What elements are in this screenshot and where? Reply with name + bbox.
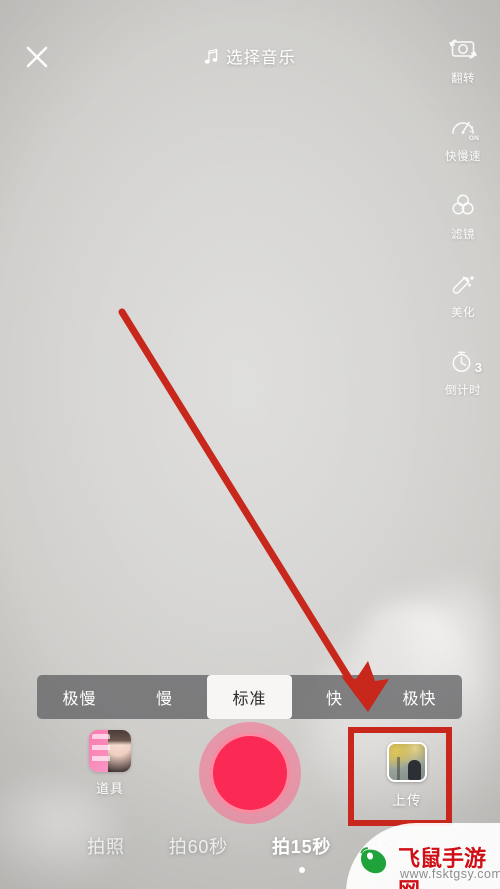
tool-rail: 翻转 ON 快慢速 滤镜 美化 3 倒计时 bbox=[426, 32, 500, 422]
close-icon[interactable] bbox=[18, 38, 56, 76]
props-text-overlay bbox=[92, 734, 110, 766]
record-button-inner bbox=[210, 733, 290, 813]
speed-option-slow[interactable]: 慢 bbox=[122, 675, 207, 719]
capture-controls: 道具 上传 bbox=[0, 716, 500, 834]
stopwatch-icon: 3 bbox=[446, 344, 482, 378]
props-hair-shape bbox=[108, 730, 131, 745]
speed-gauge-icon: ON bbox=[446, 110, 480, 144]
music-note-icon bbox=[204, 48, 218, 64]
mode-tab-album[interactable]: 影集 bbox=[353, 833, 435, 859]
upload-button[interactable]: 上传 bbox=[376, 742, 438, 809]
speed-selector[interactable]: 极慢 慢 标准 快 极快 bbox=[37, 675, 462, 719]
top-bar: 选择音乐 bbox=[0, 0, 500, 96]
record-button[interactable] bbox=[199, 722, 301, 824]
mode-tab-15s[interactable]: 拍15秒 bbox=[250, 833, 353, 859]
speed-option-very-slow[interactable]: 极慢 bbox=[37, 675, 122, 719]
magic-wand-icon bbox=[446, 266, 480, 300]
select-music-label: 选择音乐 bbox=[226, 49, 296, 67]
flip-camera-icon bbox=[446, 32, 480, 66]
gallery-thumbnail-icon bbox=[387, 742, 427, 782]
upload-label: 上传 bbox=[392, 793, 422, 808]
tool-flip-camera-label: 翻转 bbox=[451, 73, 475, 85]
gallery-tree-trunk bbox=[396, 756, 400, 780]
countdown-seconds-badge: 3 bbox=[474, 360, 482, 375]
select-music-button[interactable]: 选择音乐 bbox=[204, 44, 296, 68]
tool-flip-camera[interactable]: 翻转 bbox=[426, 32, 500, 104]
props-label: 道具 bbox=[95, 781, 124, 796]
tool-beautify[interactable]: 美化 bbox=[426, 266, 500, 338]
tool-countdown-label: 倒计时 bbox=[445, 385, 481, 397]
tool-beautify-label: 美化 bbox=[451, 307, 475, 319]
props-button[interactable]: 道具 bbox=[78, 730, 142, 797]
mode-tab-photo[interactable]: 拍照 bbox=[65, 833, 147, 859]
camera-capture-screen: 选择音乐 翻转 ON 快慢速 滤镜 美化 3 倒计时 极慢 慢 标准 快 极快 … bbox=[0, 0, 500, 889]
speed-option-very-fast[interactable]: 极快 bbox=[377, 675, 462, 719]
props-thumbnail-icon bbox=[89, 730, 131, 772]
speed-option-fast[interactable]: 快 bbox=[292, 675, 377, 719]
speed-option-standard[interactable]: 标准 bbox=[207, 675, 292, 719]
mode-tabs: 拍照 拍60秒 拍15秒 影集 bbox=[0, 833, 500, 875]
tool-filter-label: 滤镜 bbox=[451, 229, 475, 241]
speed-on-badge: ON bbox=[468, 135, 479, 142]
tool-speed[interactable]: ON 快慢速 bbox=[426, 110, 500, 182]
tool-speed-label: 快慢速 bbox=[445, 151, 481, 163]
tool-countdown[interactable]: 3 倒计时 bbox=[426, 344, 500, 416]
gallery-person bbox=[407, 760, 421, 780]
mode-tab-60s[interactable]: 拍60秒 bbox=[147, 833, 250, 859]
tool-filter[interactable]: 滤镜 bbox=[426, 188, 500, 260]
filter-circles-icon bbox=[446, 188, 480, 222]
